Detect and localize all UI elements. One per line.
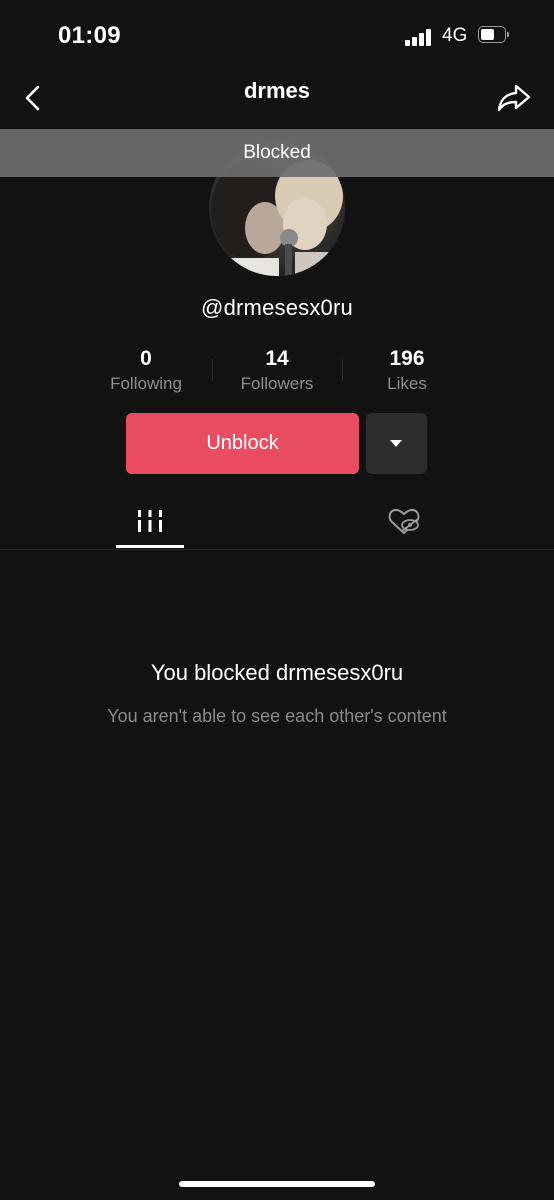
share-button[interactable] bbox=[496, 82, 532, 114]
more-options-button[interactable] bbox=[366, 413, 427, 474]
status-time: 01:09 bbox=[58, 22, 121, 49]
stat-following[interactable]: 0 Following bbox=[81, 345, 211, 395]
page-title: drmes bbox=[243, 78, 311, 103]
empty-state-title: You blocked drmesesx0ru bbox=[150, 660, 404, 685]
stat-followers-label: Followers bbox=[240, 374, 314, 393]
signal-strength-icon bbox=[405, 28, 433, 46]
home-indicator[interactable] bbox=[179, 1181, 375, 1187]
empty-state-subtitle: You aren't able to see each other's cont… bbox=[107, 706, 447, 726]
status-bar: 01:09 4G bbox=[0, 0, 554, 70]
stat-likes[interactable]: 196 Likes bbox=[342, 345, 472, 395]
profile-stats: 0 Following 14 Followers 196 Likes bbox=[0, 345, 554, 399]
tab-selected-indicator bbox=[116, 545, 184, 548]
profile-tabs bbox=[0, 500, 554, 550]
stat-following-label: Following bbox=[110, 374, 182, 393]
liked-hidden-icon bbox=[388, 508, 420, 535]
caret-down-icon bbox=[390, 440, 402, 447]
tab-liked[interactable] bbox=[370, 500, 438, 548]
tab-videos[interactable] bbox=[116, 500, 184, 548]
blocked-banner: Blocked bbox=[0, 129, 554, 177]
unblock-button[interactable]: Unblock bbox=[126, 413, 359, 474]
share-arrow-icon bbox=[497, 84, 531, 112]
battery-icon bbox=[478, 26, 510, 45]
stat-likes-count: 196 bbox=[389, 347, 425, 370]
stat-followers-count: 14 bbox=[265, 347, 289, 370]
stat-likes-label: Likes bbox=[387, 374, 427, 393]
stat-following-count: 0 bbox=[140, 347, 152, 370]
stat-followers[interactable]: 14 Followers bbox=[212, 345, 342, 395]
network-type: 4G bbox=[442, 25, 468, 46]
videos-grid-icon bbox=[138, 510, 162, 532]
username: @drmesesx0ru bbox=[201, 295, 353, 320]
nav-header: drmes bbox=[0, 70, 554, 128]
